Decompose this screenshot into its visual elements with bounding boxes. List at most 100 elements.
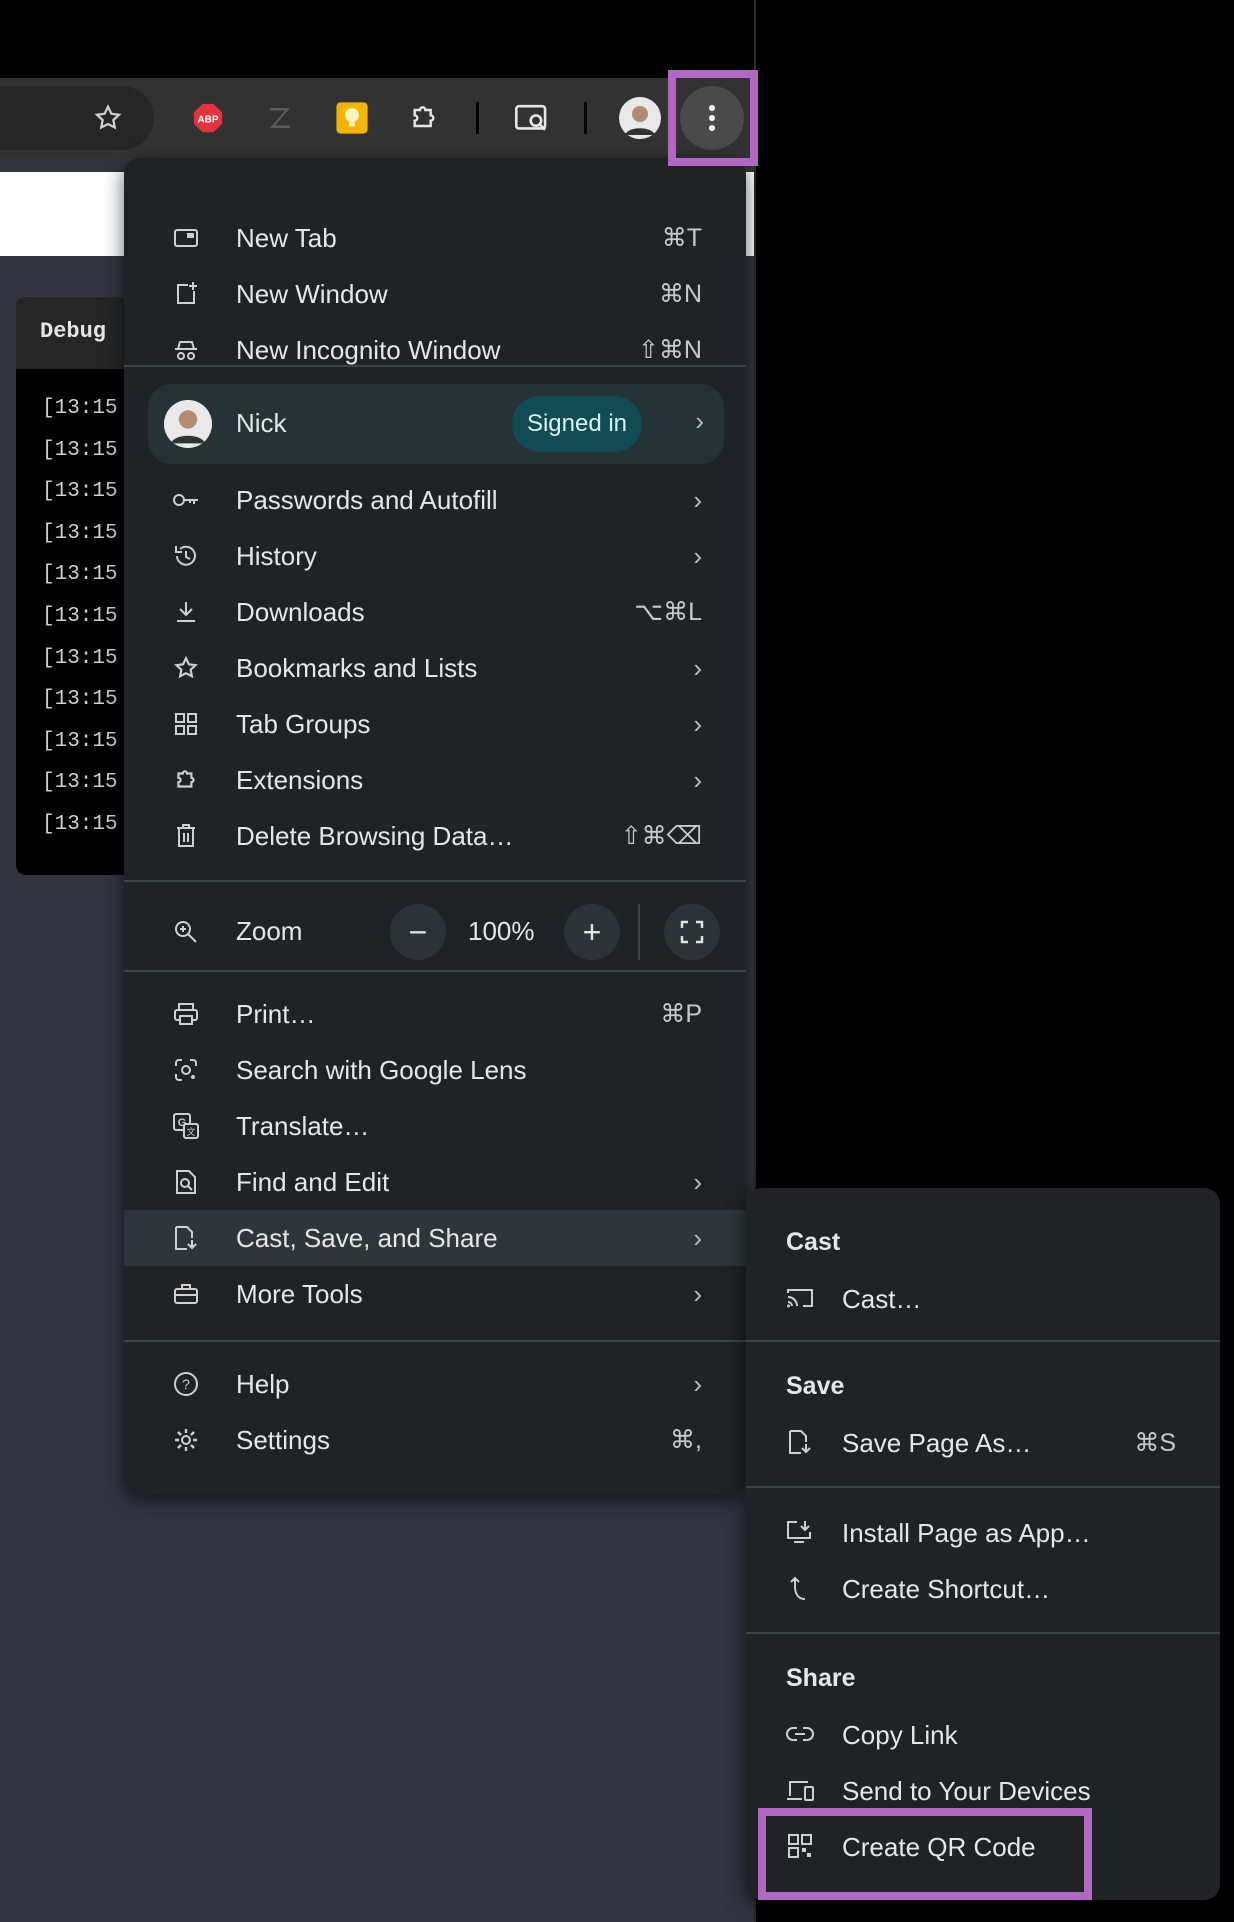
menu-item-print[interactable]: Print… ⌘P	[124, 986, 746, 1042]
trash-icon	[172, 822, 200, 850]
key-icon	[172, 486, 200, 514]
menu-item-label: Help	[236, 1368, 290, 1399]
submenu-item-create-shortcut[interactable]: Create Shortcut…	[746, 1560, 1220, 1616]
menu-item-delete-browsing-data[interactable]: Delete Browsing Data… ⇧⌘⌫	[124, 808, 746, 864]
log-line: [13:15	[42, 439, 118, 462]
profile-avatar[interactable]	[618, 78, 662, 158]
menu-item-label: Translate…	[236, 1110, 370, 1141]
menu-item-find-and-edit[interactable]: Find and Edit ›	[124, 1154, 746, 1210]
chevron-right-icon: ›	[693, 1222, 702, 1253]
avatar	[164, 400, 212, 448]
highlight-box-menu-button	[668, 70, 758, 166]
svg-text:?: ?	[182, 1376, 190, 1392]
help-icon: ?	[172, 1370, 200, 1398]
shortcut-text: ⌘S	[1134, 1429, 1176, 1457]
puzzle-extensions-icon[interactable]	[406, 78, 442, 158]
submenu-item-save-page-as[interactable]: Save Page As… ⌘S	[746, 1414, 1220, 1470]
shortcut-text: ⌘P	[660, 1000, 702, 1028]
menu-divider	[124, 880, 746, 882]
star-icon[interactable]	[90, 78, 126, 158]
menu-item-google-lens[interactable]: Search with Google Lens	[124, 1042, 746, 1098]
menu-item-downloads[interactable]: Downloads ⌥⌘L	[124, 584, 746, 640]
chevron-right-icon: ›	[693, 652, 702, 683]
highlight-box-create-qr	[758, 1808, 1092, 1900]
menu-item-more-tools[interactable]: More Tools ›	[124, 1266, 746, 1322]
link-icon	[786, 1720, 814, 1748]
menu-item-label: Delete Browsing Data…	[236, 820, 514, 851]
menu-item-label: Passwords and Autofill	[236, 484, 498, 515]
save-page-icon	[172, 1224, 200, 1252]
chevron-right-icon: ›	[693, 484, 702, 515]
incognito-icon	[172, 336, 200, 364]
zoom-level: 100%	[468, 916, 535, 946]
profile-row[interactable]: Nick Signed in ›	[148, 384, 724, 464]
zoom-in-button[interactable]: +	[564, 904, 620, 960]
menu-item-passwords[interactable]: Passwords and Autofill ›	[124, 472, 746, 528]
abp-extension-icon[interactable]: ABP	[190, 78, 226, 158]
cast-save-share-submenu: Cast Cast… Save Save Page As… ⌘S Install…	[746, 1188, 1220, 1900]
log-line: [13:15	[42, 480, 118, 503]
shortcut-text: ⌘N	[658, 280, 702, 308]
menu-item-cast-save-share[interactable]: Cast, Save, and Share ›	[124, 1210, 746, 1266]
menu-item-extensions[interactable]: Extensions ›	[124, 752, 746, 808]
menu-divider	[124, 970, 746, 972]
gear-icon	[172, 1426, 200, 1454]
save-section-header: Save	[786, 1372, 845, 1400]
menu-item-history[interactable]: History ›	[124, 528, 746, 584]
menu-item-settings[interactable]: Settings ⌘,	[124, 1412, 746, 1468]
chevron-right-icon: ›	[693, 1368, 702, 1399]
chevron-right-icon: ›	[695, 406, 704, 436]
abp-text: ABP	[198, 114, 219, 125]
submenu-item-copy-link[interactable]: Copy Link	[746, 1706, 1220, 1762]
log-line: [13:15	[42, 771, 118, 794]
tab-search-icon[interactable]	[512, 78, 552, 158]
chevron-right-icon: ›	[693, 708, 702, 739]
zoom-icon	[172, 918, 200, 946]
chevron-right-icon: ›	[693, 540, 702, 571]
signed-in-badge: Signed in	[512, 396, 642, 452]
shortcut-text: ⇧⌘N	[637, 336, 702, 364]
menu-item-tab-groups[interactable]: Tab Groups ›	[124, 696, 746, 752]
lens-icon	[172, 1056, 200, 1084]
toolbar-divider	[584, 102, 587, 134]
submenu-divider	[746, 1632, 1220, 1634]
chrome-main-menu: New Tab ⌘T New Window ⌘N New Incognito W…	[124, 158, 746, 1494]
menu-item-new-tab[interactable]: New Tab ⌘T	[124, 210, 746, 266]
idea-extension-icon[interactable]	[334, 78, 370, 158]
menu-item-label: Search with Google Lens	[236, 1054, 527, 1085]
menu-item-label: History	[236, 540, 317, 571]
menu-item-help[interactable]: ? Help ›	[124, 1356, 746, 1412]
menu-item-translate[interactable]: G文 Translate…	[124, 1098, 746, 1154]
shortcut-text: ⇧⌘⌫	[620, 822, 702, 850]
zoom-out-button[interactable]: −	[390, 904, 446, 960]
submenu-item-cast[interactable]: Cast…	[746, 1270, 1220, 1326]
menu-item-label: Downloads	[236, 596, 365, 627]
star-icon	[172, 654, 200, 682]
svg-text:文: 文	[186, 1126, 195, 1137]
translate-icon: G文	[172, 1112, 200, 1140]
submenu-item-label: Cast…	[842, 1284, 922, 1314]
profile-name: Nick	[236, 408, 287, 438]
menu-divider	[124, 1340, 746, 1342]
submenu-item-label: Save Page As…	[842, 1428, 1032, 1458]
address-bar[interactable]	[0, 86, 154, 150]
menu-item-label: Find and Edit	[236, 1166, 390, 1197]
devices-icon	[786, 1776, 814, 1804]
log-line: [13:15	[42, 522, 118, 545]
fullscreen-button[interactable]	[664, 904, 720, 960]
chevron-right-icon: ›	[693, 764, 702, 795]
z-extension-icon[interactable]	[262, 78, 298, 158]
submenu-item-label: Install Page as App…	[842, 1518, 1091, 1548]
menu-item-new-incognito-window[interactable]: New Incognito Window ⇧⌘N	[124, 322, 746, 378]
menu-item-new-window[interactable]: New Window ⌘N	[124, 266, 746, 322]
shortcut-arrow-icon	[786, 1574, 814, 1602]
puzzle-icon	[172, 766, 200, 794]
submenu-item-label: Create Shortcut…	[842, 1574, 1051, 1604]
install-app-icon	[786, 1518, 814, 1546]
new-window-icon	[172, 280, 200, 308]
shortcut-text: ⌘T	[661, 224, 702, 252]
history-icon	[172, 542, 200, 570]
menu-item-bookmarks[interactable]: Bookmarks and Lists ›	[124, 640, 746, 696]
cast-icon	[786, 1284, 814, 1312]
submenu-item-install-page-as-app[interactable]: Install Page as App…	[746, 1504, 1220, 1560]
